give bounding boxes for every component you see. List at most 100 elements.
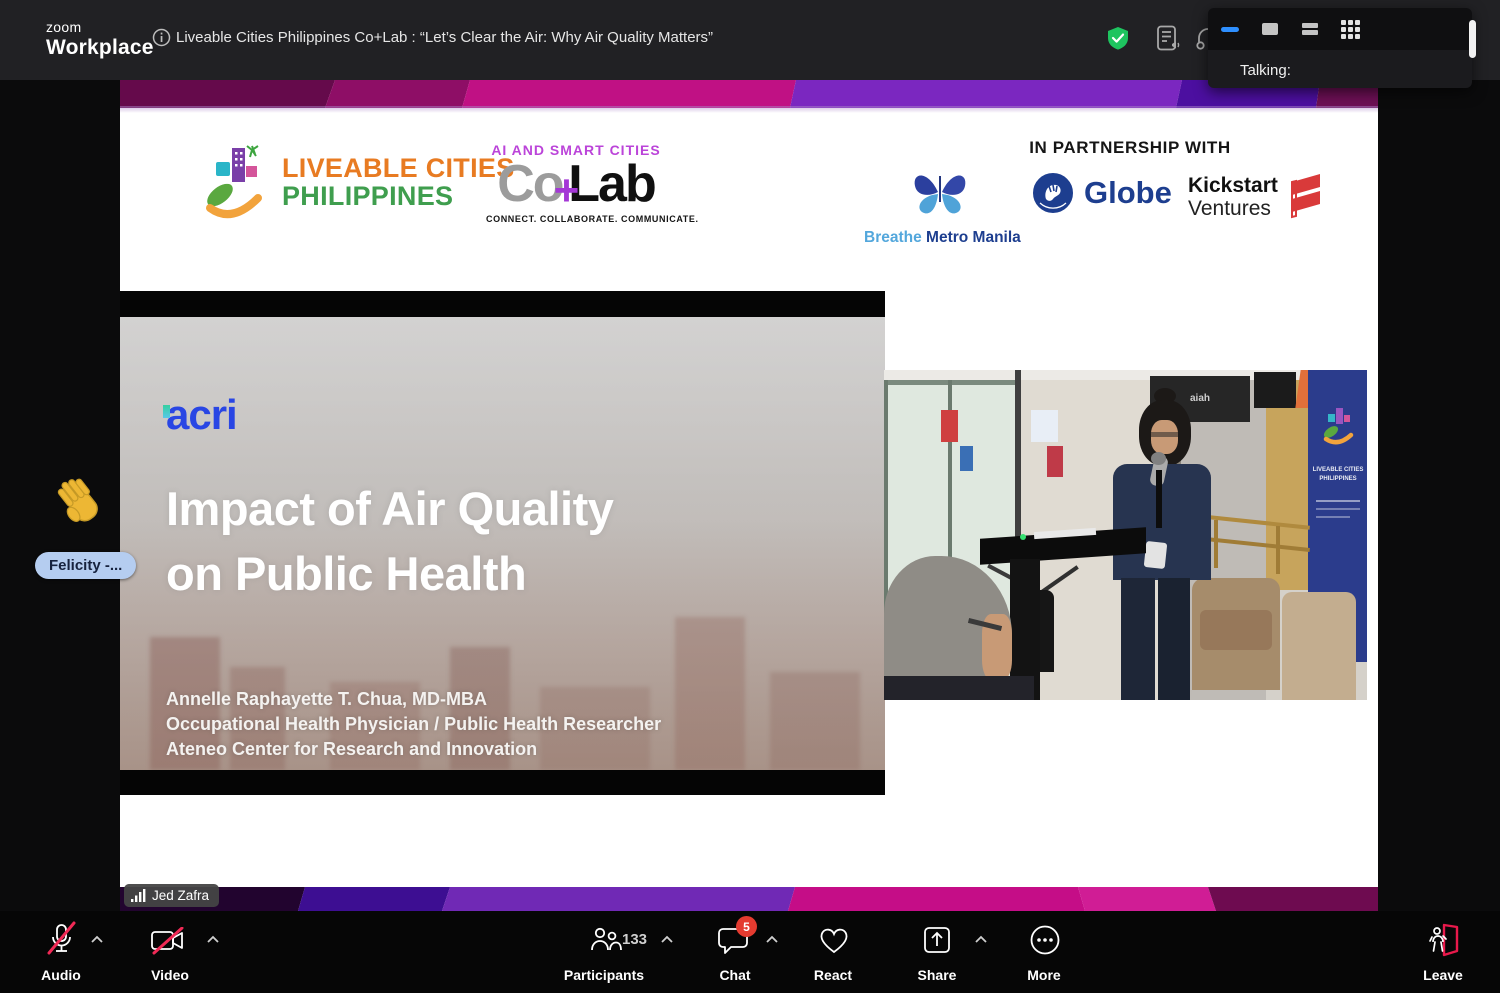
globe-icon	[1032, 172, 1074, 214]
speaker-role: Occupational Health Physician / Public H…	[166, 712, 661, 737]
share-label: Share	[902, 967, 972, 983]
share-screen-icon	[921, 924, 953, 956]
talking-label: Talking:	[1240, 62, 1291, 79]
door-poster	[941, 410, 958, 442]
wood-column	[1266, 380, 1308, 590]
zoom-logo-text: zoom	[46, 20, 154, 34]
letterbox-top	[120, 291, 885, 317]
shared-screen: LIVEABLE CITIES PHILIPPINES AI AND SMART…	[120, 80, 1378, 911]
colab-tagline-bottom: CONNECT. COLLABORATE. COMMUNICATE.	[486, 214, 666, 224]
video-button[interactable]	[148, 927, 190, 960]
signal-bars-icon	[131, 889, 146, 902]
globe-wordmark: Globe	[1084, 175, 1172, 211]
participants-options-chevron[interactable]	[660, 935, 674, 944]
heart-icon	[816, 924, 852, 956]
minimize-dash-icon	[1221, 27, 1239, 32]
participants-count: 133	[622, 931, 647, 948]
partnership-heading: IN PARTNERSHIP WITH	[910, 138, 1350, 158]
meeting-title: Liveable Cities Philippines Co+Lab : “Le…	[176, 29, 713, 46]
speaker-room-video: aiah LIVEABLE CITIES PHILIPPINES	[884, 370, 1367, 700]
more-label: More	[1009, 967, 1079, 983]
share-options-chevron[interactable]	[974, 935, 988, 944]
ribbon-fade	[120, 106, 1378, 113]
colab-logo: AI AND SMART CITIES Co+Lab CONNECT. COLL…	[486, 142, 666, 224]
raised-hand-reaction-icon	[52, 474, 108, 532]
slide-bottom-ribbon	[120, 887, 1378, 911]
minimize-view-button[interactable]	[1218, 19, 1242, 39]
meeting-toolbar: Audio Video 133 Participants	[0, 911, 1500, 993]
workplace-logo-text: Workplace	[46, 37, 154, 58]
presentation-slide: acri Impact of Air Quality on Public Hea…	[120, 291, 885, 795]
slide-top-ribbon	[120, 80, 1378, 108]
audio-label: Audio	[0, 967, 122, 983]
banner-logo	[1320, 406, 1356, 446]
lanyard	[1156, 470, 1162, 528]
info-icon[interactable]	[152, 28, 171, 47]
leave-label: Leave	[1408, 967, 1478, 983]
slide-title: Impact of Air Quality on Public Health	[166, 477, 613, 607]
door-poster	[960, 446, 973, 471]
id-badge	[1144, 541, 1168, 569]
leave-door-icon	[1427, 922, 1461, 958]
participants-icon	[588, 925, 622, 955]
acri-logo: acri	[166, 391, 237, 439]
speaker-name: Annelle Raphayette T. Chua, MD-MBA	[166, 687, 661, 712]
react-button[interactable]	[816, 924, 852, 961]
more-button[interactable]	[1028, 923, 1062, 962]
armchair	[1282, 592, 1356, 700]
liveable-cities-wordmark: LIVEABLE CITIES PHILIPPINES	[282, 154, 515, 211]
letterbox-bottom	[120, 770, 885, 795]
slide-image: acri Impact of Air Quality on Public Hea…	[120, 317, 885, 770]
speaker-view-icon	[1262, 23, 1278, 35]
gallery-view-button[interactable]	[1338, 19, 1362, 39]
participants-button[interactable]	[588, 925, 622, 960]
gallery-view-icon	[1341, 20, 1360, 39]
security-shield-icon[interactable]	[1106, 26, 1130, 52]
audio-options-chevron[interactable]	[90, 935, 104, 944]
liveable-cities-logo: LIVEABLE CITIES PHILIPPINES	[202, 140, 515, 224]
captions-transcript-icon[interactable]	[1153, 24, 1183, 54]
view-options-panel: Talking:	[1208, 8, 1472, 88]
wall-poster	[1031, 410, 1058, 442]
speaker-credits: Annelle Raphayette T. Chua, MD-MBA Occup…	[166, 687, 661, 762]
speaker-face	[1151, 420, 1178, 454]
globe-logo: Globe	[1032, 172, 1172, 214]
butterfly-lungs-icon	[908, 164, 972, 222]
leave-button[interactable]	[1427, 922, 1461, 963]
mic-muted-icon	[44, 921, 78, 959]
presenter-name-badge: Jed Zafra	[124, 884, 219, 907]
breathe-wordmark: Breathe Metro Manila	[864, 229, 1016, 247]
speaker-glasses	[1151, 432, 1178, 437]
acri-accent	[163, 405, 170, 418]
reaction-user-pill: Felicity -...	[35, 552, 136, 579]
kickstart-ventures-logo: Kickstart Ventures	[1188, 174, 1326, 220]
colab-wordmark: Co+Lab	[486, 158, 666, 210]
edge-scrollbar[interactable]	[1469, 20, 1476, 58]
liveable-cities-icon	[202, 140, 268, 224]
chat-label: Chat	[700, 967, 770, 983]
view-options-strip	[1208, 8, 1472, 50]
wall-panel	[1254, 372, 1296, 408]
audio-button[interactable]	[44, 921, 78, 964]
participants-label: Participants	[540, 967, 668, 983]
stacked-view-button[interactable]	[1298, 19, 1322, 39]
banner-text: LIVEABLE CITIES PHILIPPINES	[1312, 466, 1364, 484]
wall-poster	[1047, 446, 1063, 477]
chat-unread-badge: 5	[736, 916, 757, 937]
kickstart-wordmark: Kickstart Ventures	[1188, 174, 1278, 220]
speaker-jeans	[1121, 578, 1155, 700]
more-ellipsis-icon	[1028, 923, 1062, 957]
stacked-view-icon	[1302, 23, 1318, 35]
zoom-workplace-logo: zoom Workplace	[46, 20, 154, 58]
video-label: Video	[130, 967, 210, 983]
breathe-metro-manila-logo: Breathe Metro Manila	[864, 164, 1016, 247]
speaker-org: Ateneo Center for Research and Innovatio…	[166, 737, 661, 762]
chat-options-chevron[interactable]	[765, 935, 779, 944]
react-label: React	[798, 967, 868, 983]
kickstart-flag-icon	[1286, 174, 1326, 220]
zoom-meeting-window: zoom Workplace Liveable Cities Philippin…	[0, 0, 1500, 993]
speaker-view-button[interactable]	[1258, 19, 1282, 39]
share-button[interactable]	[921, 924, 953, 961]
presenter-name: Jed Zafra	[152, 888, 209, 903]
video-options-chevron[interactable]	[206, 935, 220, 944]
